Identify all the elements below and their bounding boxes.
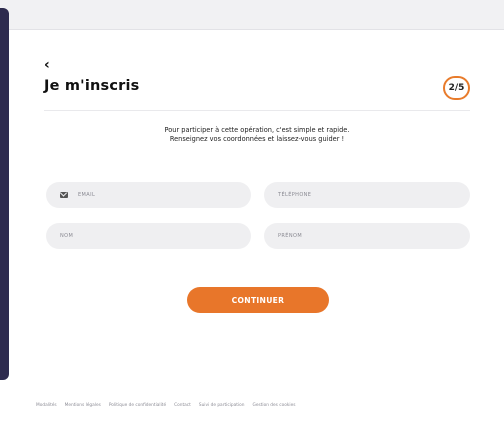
footer-link-contact[interactable]: Contact — [174, 403, 191, 408]
footer-link-privacy[interactable]: Politique de confidentialité — [109, 403, 166, 408]
intro-line-2: Renseignez vos coordonnées et laissez-vo… — [169, 135, 345, 143]
lastname-field[interactable]: NOM — [46, 223, 251, 249]
phone-placeholder: TÉLÉPHONE — [278, 192, 312, 198]
back-button[interactable]: ‹ — [44, 58, 50, 72]
firstname-placeholder: PRÉNOM — [278, 233, 303, 239]
mail-icon — [60, 192, 68, 198]
step-indicator: 2/5 — [443, 76, 470, 100]
footer-link-modalites[interactable]: Modalités — [36, 403, 57, 408]
footer-link-suivi[interactable]: Suivi de participation — [199, 403, 245, 408]
footer-link-mentions-legales[interactable]: Mentions légales — [65, 403, 101, 408]
intro-text: Pour participer à cette opération, c'est… — [44, 126, 470, 144]
left-panel-edge — [0, 8, 9, 380]
lastname-placeholder: NOM — [60, 233, 74, 239]
page-title: Je m'inscris — [44, 78, 140, 94]
footer-link-cookies[interactable]: Gestion des cookies — [252, 403, 295, 408]
header-divider — [44, 110, 470, 111]
intro-line-1: Pour participer à cette opération, c'est… — [164, 126, 350, 134]
footer-links: Modalités Mentions légales Politique de … — [36, 403, 295, 408]
firstname-field[interactable]: PRÉNOM — [264, 223, 470, 249]
continue-button[interactable]: CONTINUER — [187, 287, 329, 313]
email-placeholder: EMAIL — [78, 192, 96, 198]
browser-top-bar — [0, 0, 504, 30]
phone-field[interactable]: TÉLÉPHONE — [264, 182, 470, 208]
email-field[interactable]: EMAIL — [46, 182, 251, 208]
